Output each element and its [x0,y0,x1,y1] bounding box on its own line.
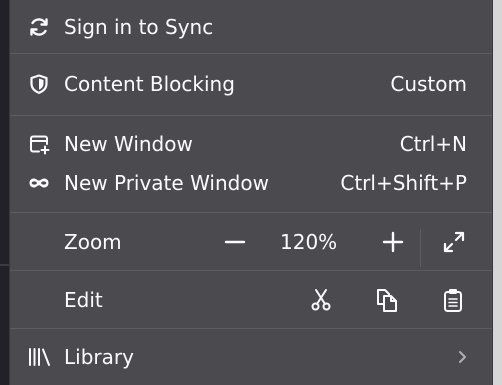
zoom-level-button[interactable]: 120% [280,230,337,254]
separator [10,212,492,213]
copy-icon [377,289,397,312]
new-private-window-label: New Private Window [64,171,269,195]
menu-item-sync[interactable]: Sign in to Sync [10,4,492,50]
cut-button[interactable] [307,286,335,314]
separator [10,115,492,116]
separator [10,270,492,271]
edit-label: Edit [64,288,103,312]
zoom-in-button[interactable] [379,228,407,256]
library-icon [28,346,52,368]
new-window-shortcut: Ctrl+N [399,132,467,156]
menu-item-library[interactable]: Library [10,334,492,380]
scissors-icon [311,289,331,311]
new-window-label: New Window [64,132,193,156]
minus-icon [224,240,246,244]
menu-item-edit: Edit [10,277,492,323]
fullscreen-icon [443,231,465,253]
clipboard-icon [444,289,462,312]
app-menu-panel: Sign in to Sync Content Blocking Custom … [9,0,493,385]
private-mask-icon [28,172,50,194]
content-blocking-status: Custom [390,72,467,96]
zoom-divider [420,229,421,267]
menu-item-zoom: Zoom 120% [10,219,492,267]
menu-item-content-blocking[interactable]: Content Blocking Custom [10,61,492,107]
window-edge-left [0,0,9,385]
sync-icon [28,16,50,38]
zoom-label: Zoom [64,230,122,254]
shield-icon [28,73,50,95]
library-label: Library [64,345,134,369]
menu-item-new-private-window[interactable]: New Private Window Ctrl+Shift+P [10,160,492,206]
sync-label: Sign in to Sync [64,15,214,39]
new-private-window-shortcut: Ctrl+Shift+P [340,171,467,195]
edge-mark [0,264,9,266]
content-blocking-label: Content Blocking [64,72,235,96]
fullscreen-button[interactable] [440,228,468,256]
chevron-right-icon [454,349,470,365]
separator [10,53,492,54]
separator [10,328,492,329]
new-window-icon [28,133,50,155]
paste-button[interactable] [439,286,467,314]
window-edge-right [493,0,502,385]
copy-button[interactable] [373,286,401,314]
zoom-out-button[interactable] [221,228,249,256]
plus-icon [382,231,404,253]
